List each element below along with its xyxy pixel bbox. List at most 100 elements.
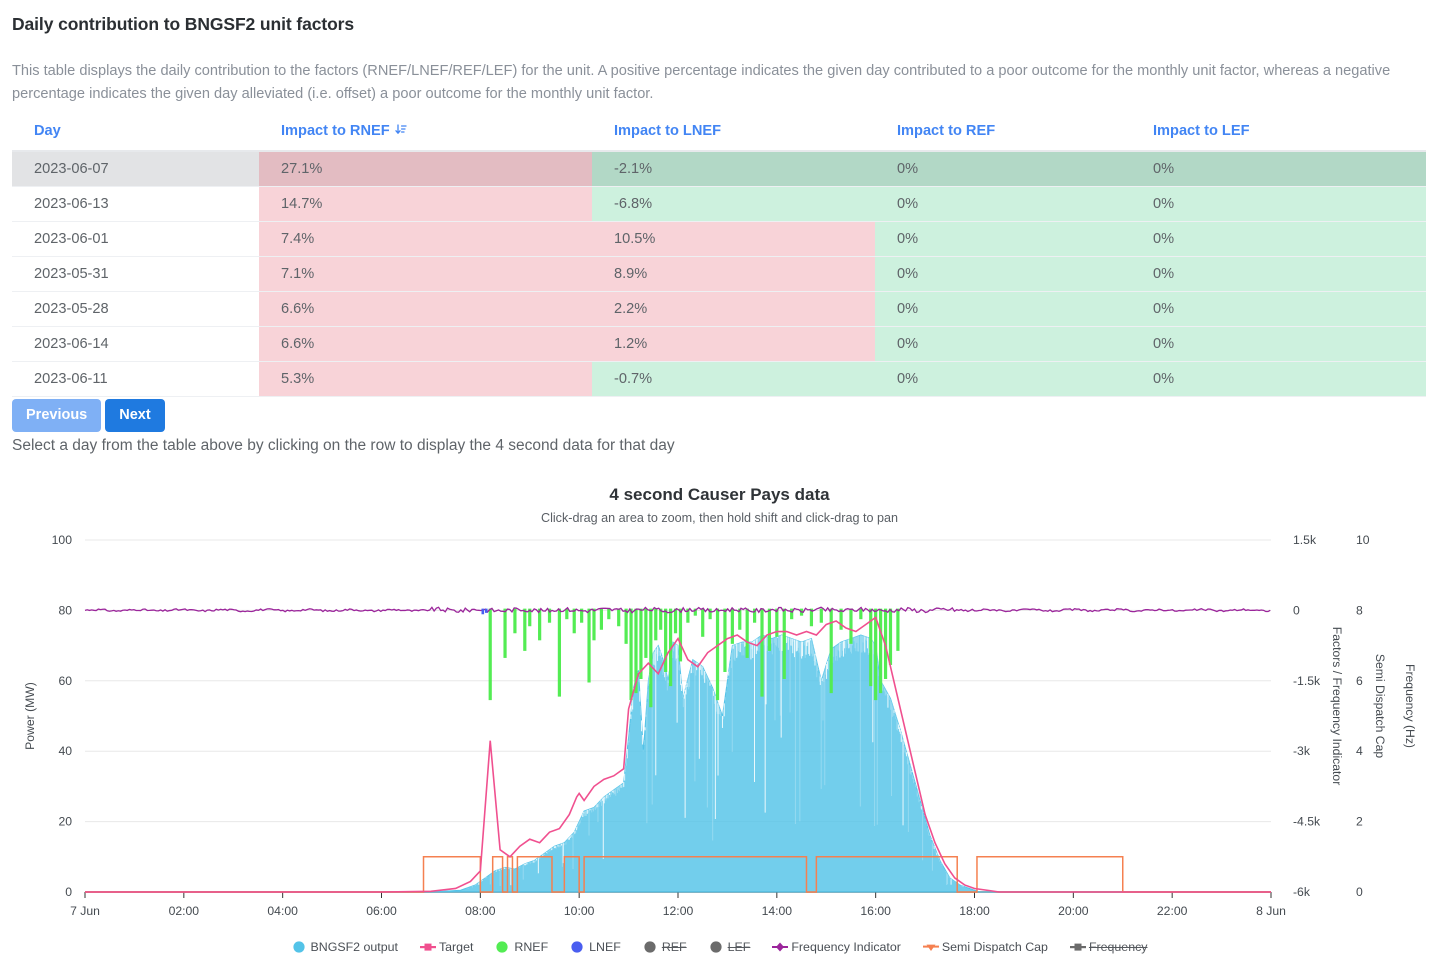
cell-rnef: 6.6% (259, 326, 592, 362)
legend-marker-icon (292, 940, 306, 954)
table-row[interactable]: 2023-05-31 7.1% 8.9% 0% 0% (12, 256, 1426, 292)
table-row[interactable]: 2023-06-01 7.4% 10.5% 0% 0% (12, 221, 1426, 257)
cell-ref: 0% (875, 256, 1131, 292)
y-tick-left: 80 (58, 603, 72, 617)
y-tick-right-cap: 0 (1356, 885, 1363, 899)
daily-contribution-table: Day Impact to RNEF Impact to LNEF Impact… (12, 119, 1426, 397)
column-header-lnef[interactable]: Impact to LNEF (592, 119, 875, 152)
next-button[interactable]: Next (105, 399, 165, 432)
table-row[interactable]: 2023-06-13 14.7% -6.8% 0% 0% (12, 186, 1426, 222)
table-row[interactable]: 2023-06-14 6.6% 1.2% 0% 0% (12, 326, 1426, 362)
selection-hint: Select a day from the table above by cli… (12, 437, 675, 454)
column-header-lef-label: Impact to LEF (1153, 123, 1250, 139)
pagination-controls: Previous Next (12, 399, 165, 432)
y-tick-right-factors: -1.5k (1293, 674, 1321, 688)
legend-item-lnef[interactable]: LNEF (570, 940, 621, 954)
table-row[interactable]: 2023-05-28 6.6% 2.2% 0% 0% (12, 291, 1426, 327)
cell-lnef: -2.1% (592, 151, 875, 187)
x-tick-label: 10:00 (564, 904, 595, 918)
cell-lef: 0% (1131, 326, 1426, 362)
y-tick-left: 60 (58, 674, 72, 688)
column-header-day-label: Day (34, 123, 61, 139)
y-tick-right-cap: 6 (1356, 674, 1363, 688)
x-tick-label: 14:00 (762, 904, 793, 918)
y-tick-right-factors: -6k (1293, 885, 1311, 899)
x-tick-label: 04:00 (267, 904, 298, 918)
legend-marker-icon (709, 940, 723, 954)
axis-label-frequency: Frequency (Hz) (1403, 664, 1417, 748)
table-row[interactable]: 2023-06-11 5.3% -0.7% 0% 0% (12, 361, 1426, 397)
column-header-ref-label: Impact to REF (897, 123, 996, 139)
cell-lef: 0% (1131, 291, 1426, 327)
column-header-day[interactable]: Day (12, 119, 259, 152)
cell-lef: 0% (1131, 361, 1426, 397)
cell-rnef: 7.4% (259, 221, 592, 257)
x-tick-label: 06:00 (366, 904, 397, 918)
cell-lnef: -6.8% (592, 186, 875, 222)
cell-lnef: 2.2% (592, 291, 875, 327)
cell-lnef: 1.2% (592, 326, 875, 362)
y-tick-right-factors: 1.5k (1293, 533, 1317, 547)
chart-legend: BNGSF2 output Target RNEF LNEF REF LEF Frequen… (0, 940, 1439, 954)
cell-lnef: -0.7% (592, 361, 875, 397)
table-body: 2023-06-07 27.1% -2.1% 0% 0% 2023-06-13 14.7% -… (12, 151, 1426, 397)
cell-ref: 0% (875, 291, 1131, 327)
cell-rnef: 5.3% (259, 361, 592, 397)
x-tick-label: 7 Jun (70, 904, 100, 918)
cell-lef: 0% (1131, 256, 1426, 292)
x-tick-label: 08:00 (465, 904, 496, 918)
legend-label: RNEF (514, 940, 549, 954)
legend-label: Semi Dispatch Cap (941, 940, 1048, 954)
y-tick-right-factors: -4.5k (1293, 815, 1321, 829)
y-tick-left: 100 (52, 533, 73, 547)
y-tick-left: 0 (65, 885, 72, 899)
cell-rnef: 27.1% (259, 151, 592, 187)
legend-label: BNGSF2 output (310, 940, 398, 954)
legend-marker-icon (1069, 940, 1086, 954)
cell-rnef: 14.7% (259, 186, 592, 222)
cell-lef: 0% (1131, 221, 1426, 257)
x-tick-label: 16:00 (860, 904, 891, 918)
x-tick-label: 8 Jun (1256, 904, 1286, 918)
daily-contribution-table-wrapper: Day Impact to RNEF Impact to LNEF Impact… (12, 119, 1426, 397)
legend-marker-icon (643, 940, 657, 954)
cell-day: 2023-06-01 (12, 221, 259, 257)
legend-marker-icon (570, 940, 584, 954)
legend-item-lef[interactable]: LEF (709, 940, 751, 954)
legend-marker-icon (419, 940, 436, 954)
column-header-rnef[interactable]: Impact to RNEF (259, 119, 592, 152)
y-tick-right-cap: 8 (1356, 603, 1363, 617)
column-header-ref[interactable]: Impact to REF (875, 119, 1131, 152)
cell-lef: 0% (1131, 151, 1426, 187)
table-row[interactable]: 2023-06-07 27.1% -2.1% 0% 0% (12, 151, 1426, 187)
legend-marker-icon (772, 940, 789, 954)
y-tick-right-factors: 0 (1293, 603, 1300, 617)
sort-descending-icon (395, 124, 407, 136)
axis-label-semi-dispatch-cap: Semi Dispatch Cap (1373, 654, 1387, 759)
legend-item-semi-dispatch-cap[interactable]: Semi Dispatch Cap (922, 940, 1048, 954)
y-tick-left: 20 (58, 815, 72, 829)
y-tick-right-cap: 2 (1356, 815, 1363, 829)
previous-button[interactable]: Previous (12, 399, 102, 432)
legend-label: REF (661, 940, 687, 954)
legend-label: Frequency Indicator (791, 940, 901, 954)
cell-day: 2023-05-31 (12, 256, 259, 292)
legend-item-bngsf2-output[interactable]: BNGSF2 output (292, 940, 398, 954)
cell-day: 2023-06-13 (12, 186, 259, 222)
x-tick-label: 20:00 (1058, 904, 1089, 918)
axis-label-power: Power (MW) (23, 682, 37, 750)
legend-item-target[interactable]: Target (419, 940, 473, 954)
cell-ref: 0% (875, 151, 1131, 187)
cell-lnef: 8.9% (592, 256, 875, 292)
table-head: Day Impact to RNEF Impact to LNEF Impact… (12, 119, 1426, 152)
series-bngsf2-output (85, 634, 1271, 893)
legend-item-rnef[interactable]: RNEF (495, 940, 548, 954)
legend-marker-icon (495, 940, 509, 954)
legend-label: LEF (727, 940, 751, 954)
legend-item-frequency-indicator[interactable]: Frequency Indicator (772, 940, 901, 954)
column-header-lef[interactable]: Impact to LEF (1131, 119, 1426, 152)
legend-label: Frequency (1088, 940, 1148, 954)
legend-item-ref[interactable]: REF (643, 940, 687, 954)
chart-plot-area[interactable]: 020406080100 1.5k0-1.5k-3k-4.5k-6k1086420… (0, 470, 1439, 964)
legend-item-frequency[interactable]: Frequency (1069, 940, 1148, 954)
